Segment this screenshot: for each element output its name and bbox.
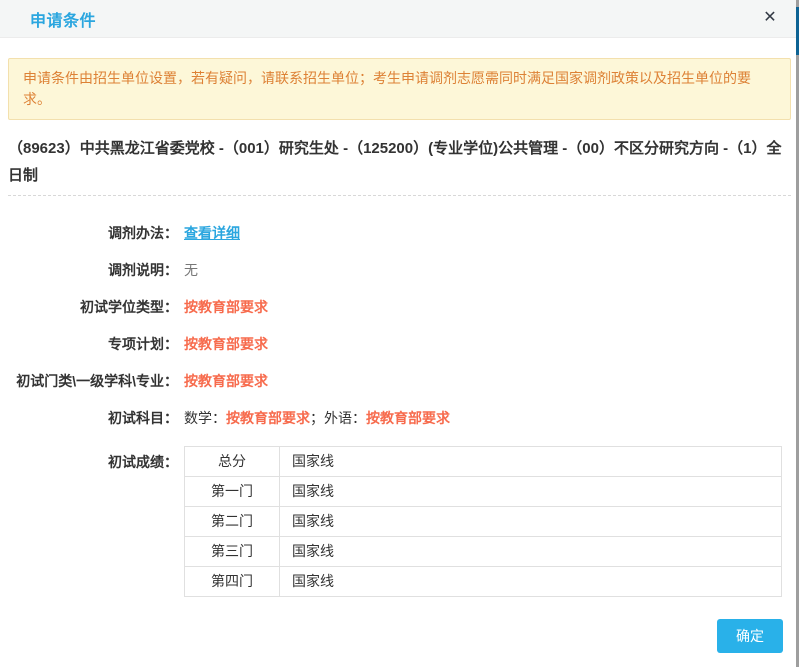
- field-row-degree-type: 初试学位类型： 按教育部要求: [8, 298, 791, 317]
- dialog-title: 申请条件: [30, 7, 96, 31]
- program-info: （89623）中共黑龙江省委党校 -（001）研究生处 -（125200）(专业…: [8, 135, 791, 196]
- note-label: 调剂说明：: [8, 261, 178, 280]
- score-subject: 总分: [185, 447, 280, 477]
- apply-conditions-dialog: 申请条件 ✕ 申请条件由招生单位设置，若有疑问，请联系招生单位；考生申请调剂志愿…: [0, 0, 799, 667]
- score-subject: 第二门: [185, 507, 280, 537]
- notice-banner: 申请条件由招生单位设置，若有疑问，请联系招生单位；考生申请调剂志愿需同时满足国家…: [8, 58, 791, 120]
- score-subject: 第一门: [185, 477, 280, 507]
- category-value: 按教育部要求: [184, 372, 268, 391]
- field-row-scores: 初试成绩： 总分 国家线 第一门 国家线 第二门 国家线: [8, 446, 791, 597]
- field-row-special-plan: 专项计划： 按教育部要求: [8, 335, 791, 354]
- close-icon[interactable]: ✕: [759, 7, 781, 29]
- score-subject: 第三门: [185, 537, 280, 567]
- subjects-foreign-value: 按教育部要求: [366, 410, 450, 426]
- table-row: 总分 国家线: [185, 447, 782, 477]
- dialog-header: 申请条件: [0, 0, 799, 38]
- condition-fields: 调剂办法： 查看详细 调剂说明： 无 初试学位类型： 按教育部要求 专项计划： …: [8, 224, 791, 597]
- table-row: 第二门 国家线: [185, 507, 782, 537]
- method-label: 调剂办法：: [8, 224, 178, 243]
- special-plan-label: 专项计划：: [8, 335, 178, 354]
- score-requirement: 国家线: [280, 507, 782, 537]
- score-requirement: 国家线: [280, 447, 782, 477]
- score-requirement: 国家线: [280, 537, 782, 567]
- category-label: 初试门类\一级学科\专业：: [8, 372, 178, 391]
- score-requirement: 国家线: [280, 567, 782, 597]
- subjects-value: 数学：按教育部要求；外语：按教育部要求: [184, 409, 450, 428]
- score-subject: 第四门: [185, 567, 280, 597]
- note-value: 无: [184, 261, 198, 280]
- table-row: 第三门 国家线: [185, 537, 782, 567]
- subjects-math-value: 按教育部要求: [226, 410, 310, 426]
- dialog-body: 申请条件由招生单位设置，若有疑问，请联系招生单位；考生申请调剂志愿需同时满足国家…: [0, 38, 799, 597]
- special-plan-value: 按教育部要求: [184, 335, 268, 354]
- subjects-separator: ；外语：: [310, 410, 366, 426]
- degree-type-label: 初试学位类型：: [8, 298, 178, 317]
- confirm-button[interactable]: 确定: [717, 619, 783, 653]
- table-row: 第四门 国家线: [185, 567, 782, 597]
- subjects-label: 初试科目：: [8, 409, 178, 428]
- field-row-category: 初试门类\一级学科\专业： 按教育部要求: [8, 372, 791, 391]
- view-detail-link[interactable]: 查看详细: [184, 224, 240, 243]
- field-row-method: 调剂办法： 查看详细: [8, 224, 791, 243]
- table-row: 第一门 国家线: [185, 477, 782, 507]
- field-row-note: 调剂说明： 无: [8, 261, 791, 280]
- score-table: 总分 国家线 第一门 国家线 第二门 国家线 第三门: [184, 446, 782, 597]
- field-row-subjects: 初试科目： 数学：按教育部要求；外语：按教育部要求: [8, 409, 791, 428]
- score-requirement: 国家线: [280, 477, 782, 507]
- scores-label: 初试成绩：: [8, 446, 178, 472]
- subjects-math-label: 数学：: [184, 410, 226, 426]
- degree-type-value: 按教育部要求: [184, 298, 268, 317]
